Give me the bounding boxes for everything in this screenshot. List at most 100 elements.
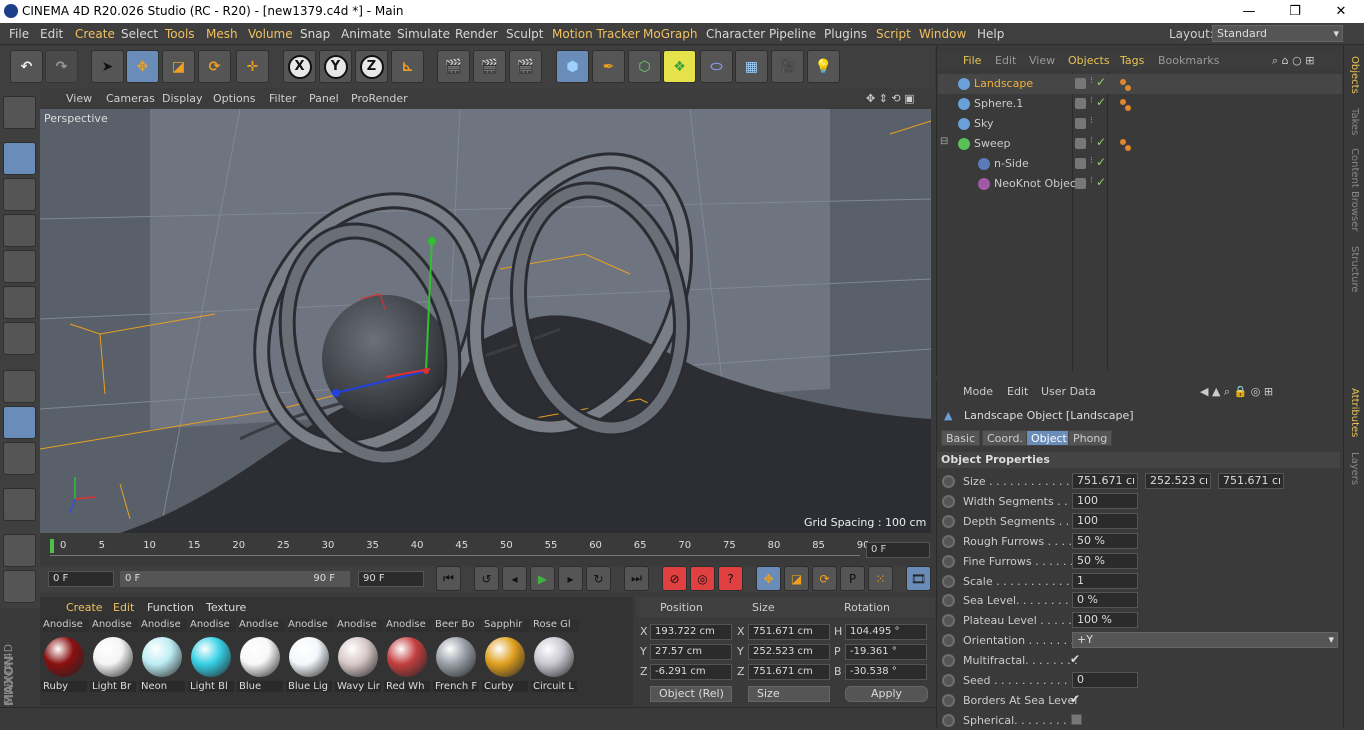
next-key-button[interactable]: ↻ bbox=[586, 566, 611, 591]
animate-key-dot[interactable] bbox=[942, 534, 955, 548]
frame-range-slider[interactable]: 0 F 90 F bbox=[120, 571, 350, 587]
move-tool-button[interactable]: ✥ bbox=[126, 50, 159, 83]
objects-menu-file[interactable]: File bbox=[963, 54, 981, 67]
size-field[interactable]: 252.523 cm bbox=[748, 644, 830, 660]
light-button[interactable]: 💡 bbox=[807, 50, 840, 83]
key-position-button[interactable]: ✥ bbox=[756, 566, 781, 591]
scale-tool-button[interactable]: ◪ bbox=[162, 50, 195, 83]
menu-mograph[interactable]: MoGraph bbox=[643, 27, 698, 41]
menu-plugins[interactable]: Plugins bbox=[824, 27, 867, 41]
key-pla-button[interactable]: ⁙ bbox=[868, 566, 893, 591]
menu-snap[interactable]: Snap bbox=[300, 27, 330, 41]
texture-mode-button[interactable] bbox=[3, 178, 36, 211]
attr-menu-edit[interactable]: Edit bbox=[1007, 385, 1028, 398]
material-preview-ball[interactable] bbox=[534, 637, 574, 677]
attr-nav-icons[interactable]: ◀ ▲ ⌕ 🔒 ◎ ⊞ bbox=[1200, 385, 1273, 399]
make-editable-button[interactable] bbox=[3, 96, 36, 129]
tab-coord[interactable]: Coord. bbox=[982, 430, 1028, 446]
animate-key-dot[interactable] bbox=[942, 614, 955, 628]
animate-key-dot[interactable] bbox=[942, 713, 955, 727]
menu-volume[interactable]: Volume bbox=[248, 27, 293, 41]
menu-create[interactable]: Create bbox=[75, 27, 115, 41]
menu-edit[interactable]: Edit bbox=[40, 27, 63, 41]
coordinate-system-button[interactable]: ⊾ bbox=[391, 50, 424, 83]
viewport-menu-options[interactable]: Options bbox=[213, 92, 255, 105]
menu-tools[interactable]: Tools bbox=[165, 27, 195, 41]
menu-help[interactable]: Help bbox=[977, 27, 1004, 41]
property-value-field[interactable]: 50 % bbox=[1072, 532, 1138, 549]
material-name[interactable]: Blue Lig bbox=[286, 681, 332, 692]
animate-key-dot[interactable] bbox=[942, 654, 955, 668]
enabled-check-icon[interactable]: ✓ bbox=[1096, 75, 1106, 89]
object-row[interactable]: Sphere.1 ⁝ ✓ bbox=[938, 94, 1342, 114]
layout-dropdown[interactable]: Standard ▾ bbox=[1212, 25, 1343, 42]
menu-motion-tracker[interactable]: Motion Tracker bbox=[552, 27, 640, 41]
rotation-field[interactable]: 104.495 ° bbox=[845, 624, 927, 640]
key-scale-button[interactable]: ◪ bbox=[784, 566, 809, 591]
side-tab-attributes[interactable]: Attributes bbox=[1349, 388, 1360, 437]
render-view-button[interactable]: 🎬 bbox=[437, 50, 470, 83]
select-tool-button[interactable]: ➤ bbox=[91, 50, 124, 83]
animate-key-dot[interactable] bbox=[942, 634, 955, 648]
points-mode-button[interactable] bbox=[3, 250, 36, 283]
side-tab-content-browser[interactable]: Content Browser bbox=[1349, 148, 1360, 231]
material-name[interactable]: Neon bbox=[139, 681, 185, 692]
size-field[interactable]: 751.671 cm bbox=[748, 664, 830, 680]
visibility-toggle[interactable] bbox=[1075, 78, 1086, 89]
material-menu-edit[interactable]: Edit bbox=[113, 601, 134, 614]
material-preview-ball[interactable] bbox=[93, 637, 133, 677]
material-preview-ball[interactable] bbox=[485, 637, 525, 677]
material-preview-ball[interactable] bbox=[142, 637, 182, 677]
previous-key-button[interactable]: ↺ bbox=[474, 566, 499, 591]
objects-menu-view[interactable]: View bbox=[1029, 54, 1055, 67]
camera-button[interactable]: 🎥 bbox=[771, 50, 804, 83]
menu-file[interactable]: File bbox=[9, 27, 29, 41]
cloner-button[interactable]: ❖ bbox=[663, 50, 696, 83]
floor-button[interactable]: ▦ bbox=[735, 50, 768, 83]
animate-key-dot[interactable] bbox=[942, 594, 955, 608]
material-preview-ball[interactable] bbox=[191, 637, 231, 677]
material-tag-icon[interactable] bbox=[1120, 99, 1126, 105]
menu-pipeline[interactable]: Pipeline bbox=[769, 27, 816, 41]
go-to-start-button[interactable]: ⏮ bbox=[436, 566, 461, 591]
undo-button[interactable]: ↶ bbox=[10, 50, 43, 83]
record-keys-button[interactable]: ⊘ bbox=[662, 566, 687, 591]
z-axis-lock-button[interactable]: Z bbox=[355, 50, 388, 83]
side-tab-takes[interactable]: Takes bbox=[1349, 108, 1360, 135]
current-frame-field[interactable]: 0 F bbox=[866, 542, 930, 558]
start-frame-field[interactable]: 0 F bbox=[48, 571, 114, 587]
animate-key-dot[interactable] bbox=[942, 514, 955, 528]
property-value-field[interactable]: 100 bbox=[1072, 512, 1138, 529]
material-name[interactable]: Red Wh bbox=[384, 681, 430, 692]
size-mode-dropdown[interactable]: Size bbox=[748, 686, 830, 702]
viewport-menu-display[interactable]: Display bbox=[162, 92, 203, 105]
layer-dots[interactable]: ⁝ bbox=[1090, 136, 1093, 146]
side-tab-layers[interactable]: Layers bbox=[1349, 452, 1360, 485]
size-field[interactable]: 751.671 cm bbox=[748, 624, 830, 640]
viewport-menu-view[interactable]: View bbox=[66, 92, 92, 105]
material-tag-icon[interactable] bbox=[1125, 85, 1131, 91]
viewport-menu-filter[interactable]: Filter bbox=[269, 92, 296, 105]
material-menu-function[interactable]: Function bbox=[147, 601, 194, 614]
layer-dots[interactable]: ⁝ bbox=[1090, 96, 1093, 106]
side-tab-structure[interactable]: Structure bbox=[1349, 246, 1360, 293]
enabled-check-icon[interactable]: ✓ bbox=[1096, 135, 1106, 149]
end-frame-field[interactable]: 90 F bbox=[358, 571, 424, 587]
visibility-toggle[interactable] bbox=[1075, 178, 1086, 189]
key-rotation-button[interactable]: ⟳ bbox=[812, 566, 837, 591]
property-value-field[interactable]: 100 % bbox=[1072, 612, 1138, 629]
material-tag-icon[interactable] bbox=[1120, 139, 1126, 145]
layer-dots[interactable]: ⁝ bbox=[1090, 156, 1093, 166]
visibility-toggle[interactable] bbox=[1075, 98, 1086, 109]
menu-script[interactable]: Script bbox=[876, 27, 911, 41]
maximize-button[interactable]: ❐ bbox=[1272, 0, 1318, 23]
rotation-field[interactable]: -19.361 ° bbox=[845, 644, 927, 660]
animate-key-dot[interactable] bbox=[942, 554, 955, 568]
material-tag-icon[interactable] bbox=[1120, 79, 1126, 85]
attr-menu-user-data[interactable]: User Data bbox=[1041, 385, 1096, 398]
objects-menu-objects[interactable]: Objects bbox=[1068, 54, 1110, 67]
polygons-mode-button[interactable] bbox=[3, 322, 36, 355]
pen-button[interactable]: ✒ bbox=[592, 50, 625, 83]
property-value-field[interactable]: 0 bbox=[1072, 672, 1138, 688]
search-icon[interactable]: ⌕ ⌂ ○ ⊞ bbox=[1272, 54, 1314, 68]
